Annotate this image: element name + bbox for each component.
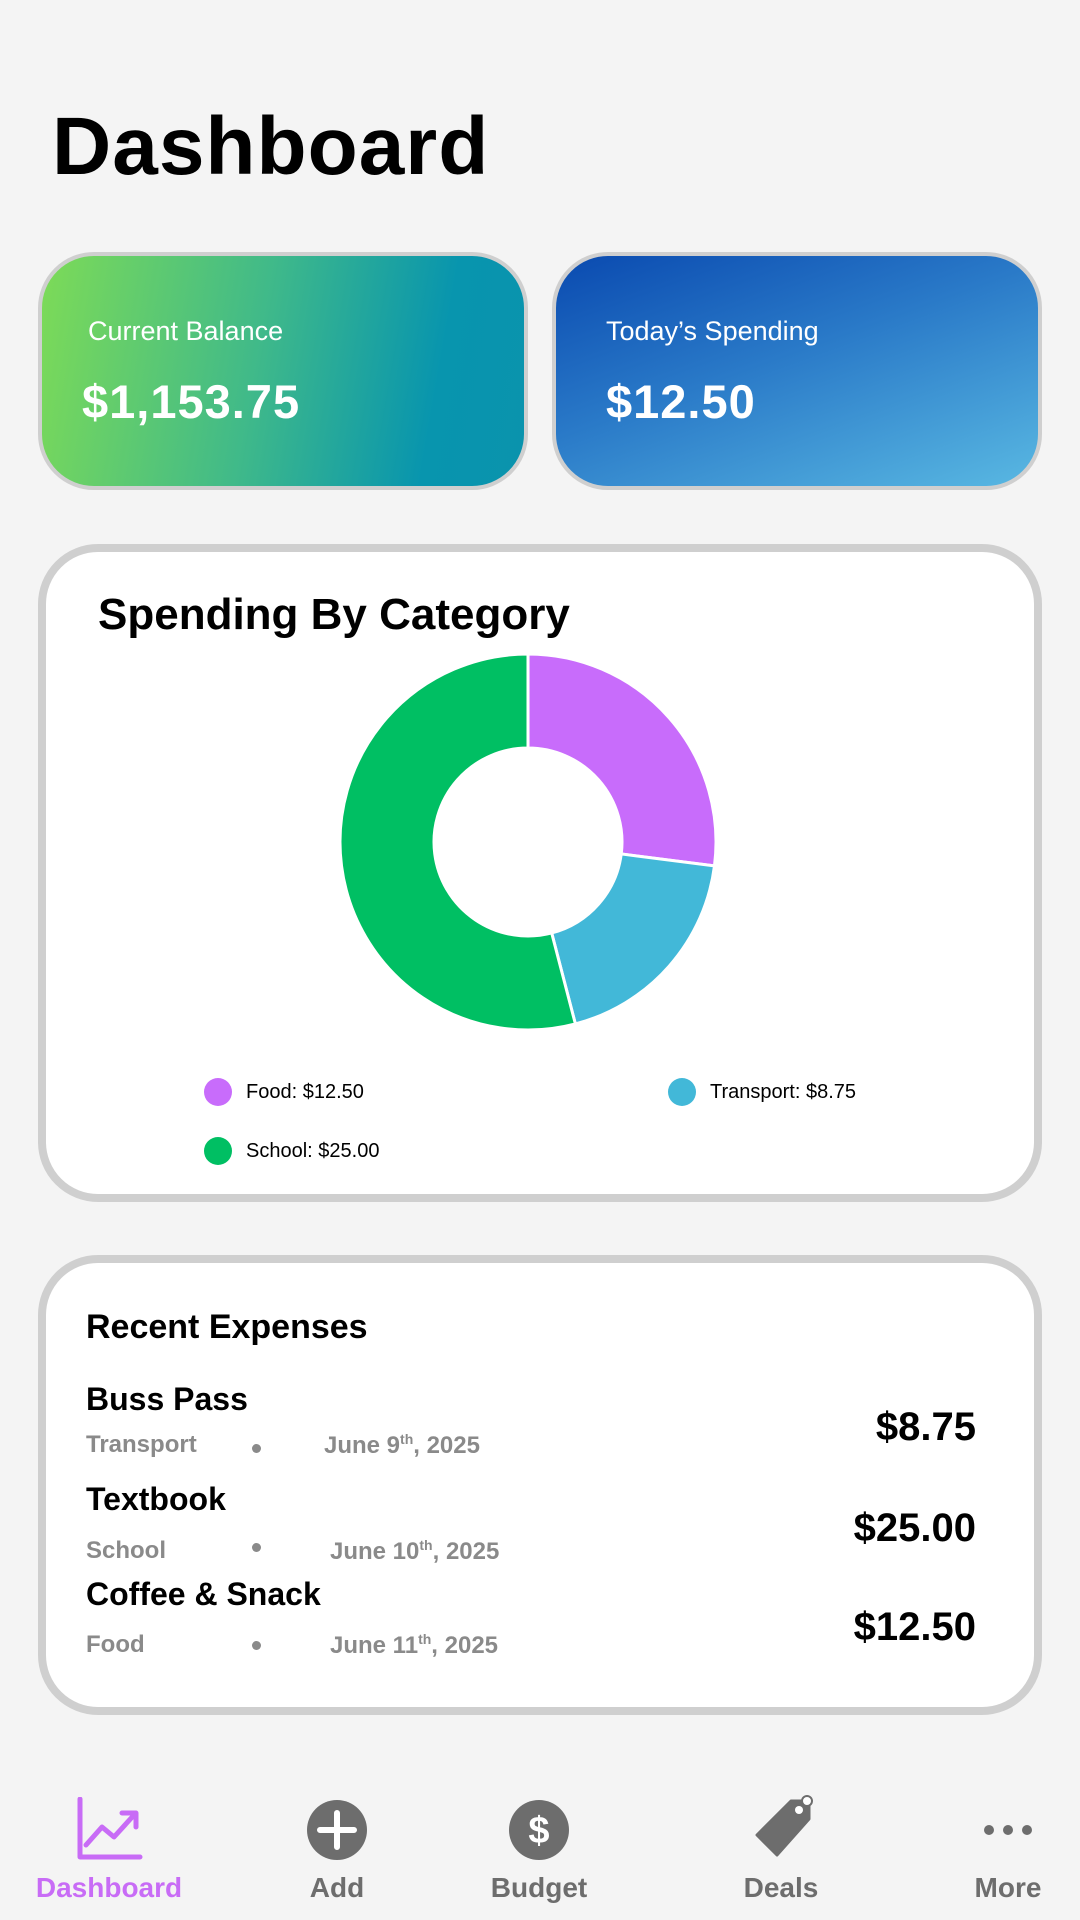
nav-item-dashboard[interactable]: Dashboard xyxy=(28,1790,190,1904)
separator-dot xyxy=(252,1444,261,1453)
svg-text:$: $ xyxy=(528,1810,549,1852)
expense-category: Transport xyxy=(86,1431,197,1458)
legend-label-school: School: $25.00 xyxy=(246,1139,380,1162)
separator-dot xyxy=(252,1543,261,1552)
legend-item-food: Food: $12.50 xyxy=(204,1078,364,1106)
expense-category: School xyxy=(86,1537,167,1564)
expense-date: June 9th, 2025 xyxy=(324,1431,480,1459)
legend-dot-school xyxy=(204,1137,232,1165)
legend-item-school: School: $25.00 xyxy=(204,1137,379,1165)
nav-label-add: Add xyxy=(309,1872,365,1903)
legend-label-food: Food: $12.50 xyxy=(246,1080,364,1103)
nav-item-more[interactable]: More xyxy=(948,1790,1068,1904)
expense-name: Coffee & Snack xyxy=(86,1576,321,1612)
nav-label-deals: Deals xyxy=(743,1872,819,1903)
donut-slice-food xyxy=(526,652,718,868)
recent-expenses-title: Recent Expenses xyxy=(86,1308,368,1346)
current-balance-label: Current Balance xyxy=(88,316,284,346)
bottom-navigation: Dashboard Add $ Budget Deals More xyxy=(0,1790,1080,1920)
nav-label-more: More xyxy=(974,1872,1042,1903)
spending-by-category-card: Spending By Category Food: $12.50 Transp… xyxy=(38,544,1042,1202)
expense-amount: $12.50 xyxy=(853,1605,976,1649)
todays-spending-label: Today’s Spending xyxy=(606,316,819,346)
expense-category: Food xyxy=(86,1631,145,1658)
expense-name: Buss Pass xyxy=(86,1381,248,1417)
legend-label-transport: Transport: $8.75 xyxy=(710,1080,857,1103)
tag-icon xyxy=(743,1790,819,1870)
nav-item-add[interactable]: Add xyxy=(276,1790,398,1904)
legend-dot-food xyxy=(204,1078,232,1106)
page-title: Dashboard xyxy=(52,101,490,192)
nav-item-deals[interactable]: Deals xyxy=(720,1790,842,1904)
chart-title: Spending By Category xyxy=(98,590,570,639)
expense-date: June 10th, 2025 xyxy=(330,1537,500,1565)
current-balance-card[interactable]: Current Balance $1,153.75 xyxy=(38,252,528,490)
recent-expenses-card: Recent Expenses Buss Pass Transport June… xyxy=(38,1255,1042,1715)
nav-item-budget[interactable]: $ Budget xyxy=(478,1790,600,1904)
todays-spending-value: $12.50 xyxy=(606,375,756,428)
expense-name: Textbook xyxy=(86,1481,226,1517)
nav-label-budget: Budget xyxy=(490,1872,588,1903)
expense-amount: $25.00 xyxy=(853,1506,976,1550)
ellipsis-icon xyxy=(982,1790,1034,1870)
todays-spending-card[interactable]: Today’s Spending $12.50 xyxy=(552,252,1042,490)
separator-dot xyxy=(252,1641,261,1650)
legend-item-transport: Transport: $8.75 xyxy=(668,1078,856,1106)
current-balance-value: $1,153.75 xyxy=(82,375,301,428)
donut-slice-transport xyxy=(549,852,717,1026)
donut-chart xyxy=(338,652,718,1032)
dollar-circle-icon: $ xyxy=(508,1790,570,1870)
chart-trend-icon xyxy=(74,1790,144,1870)
nav-label-dashboard: Dashboard xyxy=(35,1872,183,1903)
expense-amount: $8.75 xyxy=(875,1405,976,1449)
expense-date: June 11th, 2025 xyxy=(330,1631,499,1659)
legend-dot-transport xyxy=(668,1078,696,1106)
plus-circle-icon xyxy=(306,1790,368,1870)
